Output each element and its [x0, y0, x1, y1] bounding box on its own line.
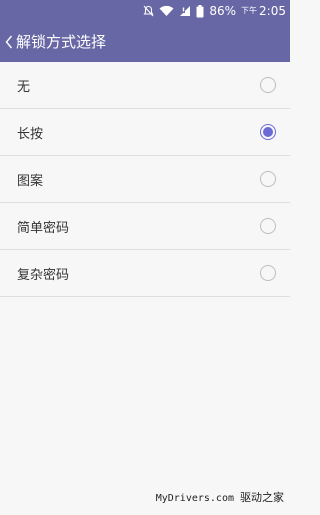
option-label: 图案	[17, 173, 44, 189]
chevron-left-icon	[4, 34, 14, 50]
radio-button-selected[interactable]	[260, 124, 276, 140]
option-label: 无	[17, 79, 31, 95]
option-none[interactable]: 无	[0, 62, 290, 109]
radio-button[interactable]	[260, 77, 276, 93]
option-label: 长按	[17, 126, 44, 142]
clock: 2:05	[259, 4, 286, 18]
radio-button[interactable]	[260, 171, 276, 187]
watermark-site: MyDrivers.com	[155, 493, 234, 504]
page-title: 解锁方式选择	[16, 33, 107, 51]
battery-percent: 86%	[209, 4, 237, 18]
option-complex-password[interactable]: 复杂密码	[0, 250, 290, 297]
time-period: 下午	[241, 6, 258, 15]
wifi-icon	[159, 5, 174, 17]
option-long-press[interactable]: 长按	[0, 109, 290, 156]
status-bar: 86% 下午 2:05	[0, 0, 290, 22]
watermark-brand: 驱动之家	[240, 491, 284, 504]
signal-icon	[179, 5, 191, 17]
option-simple-password[interactable]: 简单密码	[0, 203, 290, 250]
unlock-method-list: 无 长按 图案 简单密码 复杂密码	[0, 62, 290, 297]
option-pattern[interactable]: 图案	[0, 156, 290, 203]
title-bar: 解锁方式选择	[0, 22, 290, 62]
radio-button[interactable]	[260, 265, 276, 281]
watermark: MyDrivers.com 驱动之家	[156, 489, 284, 505]
status-indicators: 86% 下午 2:05	[143, 0, 286, 22]
option-label: 简单密码	[17, 220, 70, 236]
battery-icon	[196, 4, 204, 18]
radio-button[interactable]	[260, 218, 276, 234]
option-label: 复杂密码	[17, 267, 70, 283]
do-not-disturb-icon	[143, 5, 154, 17]
back-button[interactable]: 解锁方式选择	[4, 22, 106, 62]
radio-selected-dot	[263, 127, 273, 137]
